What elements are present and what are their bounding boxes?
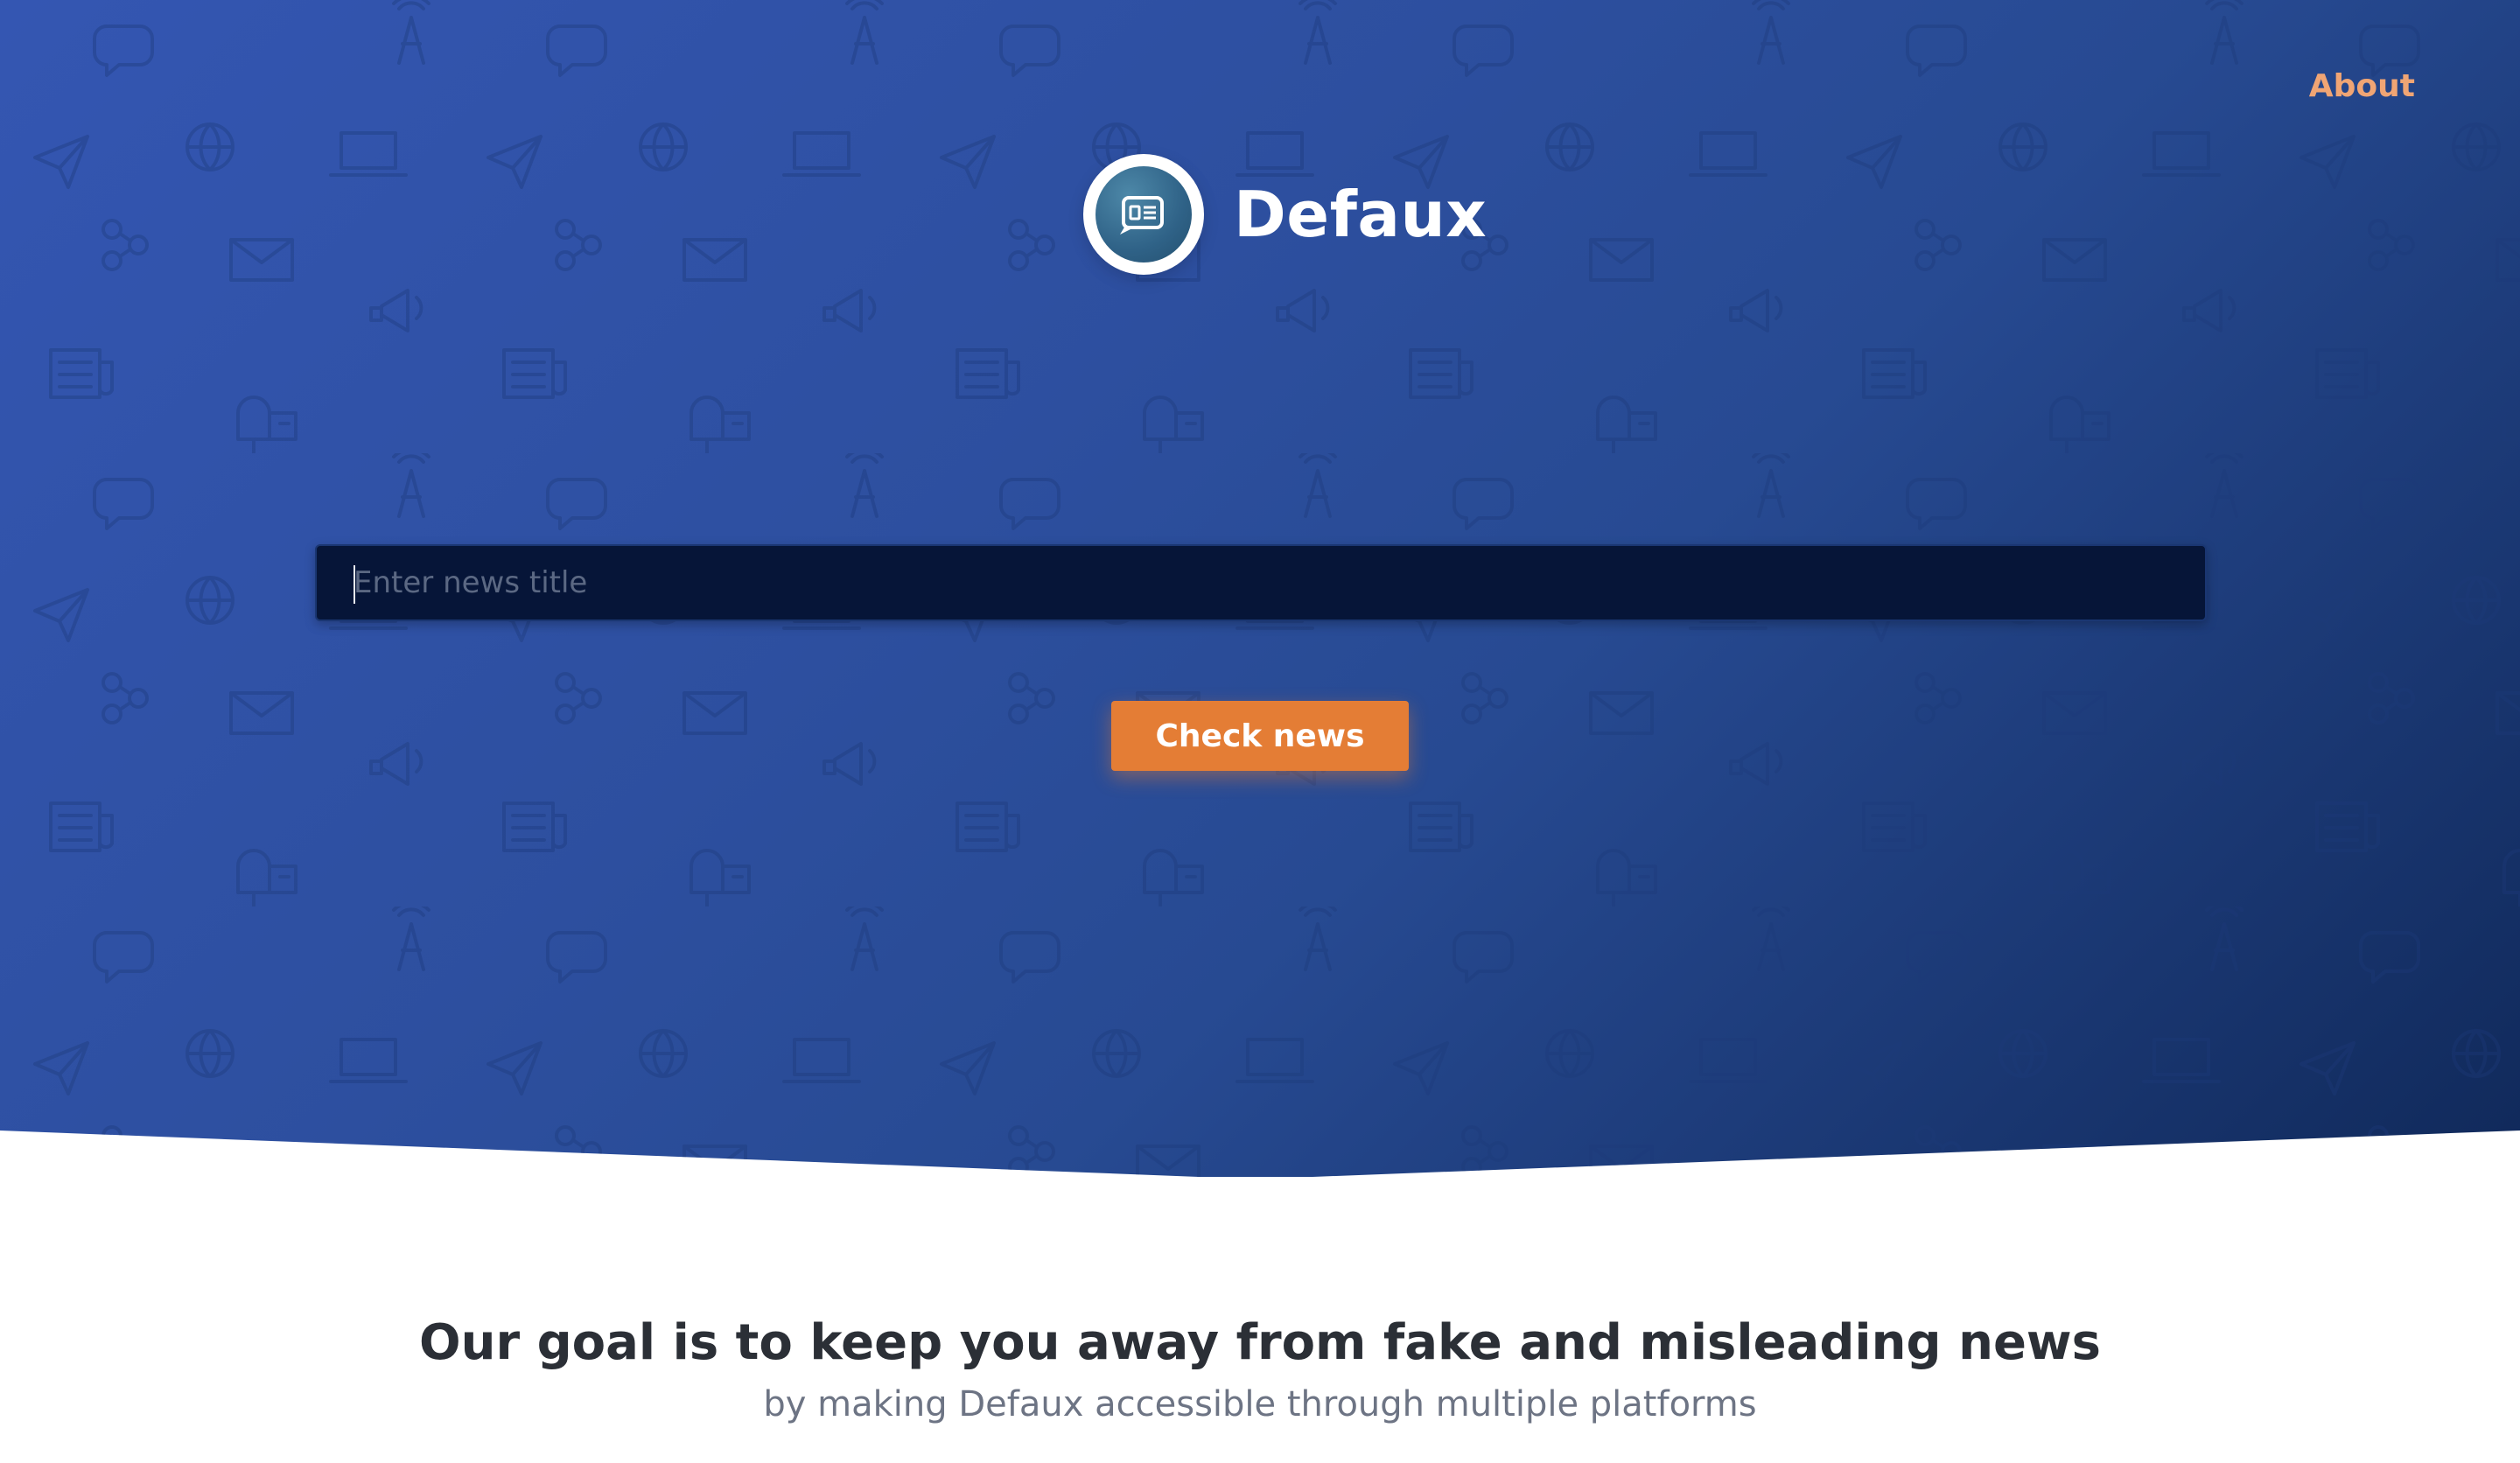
mission-title: Our goal is to keep you away from fake a… — [419, 1314, 2101, 1371]
news-chat-icon — [1096, 166, 1192, 262]
brand[interactable]: Defaux — [1083, 154, 1487, 275]
brand-name: Defaux — [1234, 178, 1488, 251]
news-title-input[interactable] — [317, 546, 2205, 620]
brand-logo — [1083, 154, 1204, 275]
check-news-button[interactable]: Check news — [1111, 701, 1409, 771]
search-box — [315, 544, 2207, 621]
about-link[interactable]: About — [2309, 68, 2415, 104]
mission-subtitle: by making Defaux accessible through mult… — [763, 1384, 1757, 1424]
text-caret — [354, 565, 355, 604]
hero-section: About Defaux Check news — [0, 0, 2520, 1177]
